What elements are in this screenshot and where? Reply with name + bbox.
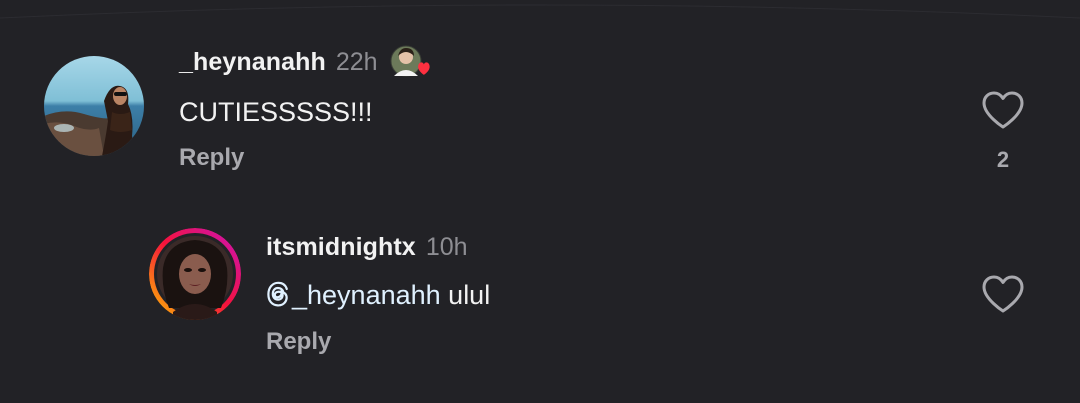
reply-comment-item: itsmidnightx 10h _heynanahh ulul Reply [0,200,1080,403]
like-button[interactable] [981,90,1025,130]
mention-link[interactable]: _heynanahh [266,280,441,310]
avatar[interactable] [44,56,144,156]
comment-text: CUTIESSSSS!!! [179,97,373,127]
heart-outline-icon [982,91,1024,129]
like-button[interactable] [981,274,1025,314]
username[interactable]: _heynanahh [179,48,326,77]
avatar[interactable] [149,228,241,320]
like-count: 2 [996,147,1010,172]
reply-button[interactable]: Reply [179,144,244,172]
comment-meta: _heynanahh 22h [179,44,432,80]
timestamp: 10h [425,232,468,261]
timestamp: 22h [335,47,378,76]
heart-outline-icon [982,275,1024,313]
username[interactable]: itsmidnightx [266,233,416,262]
creator-liked-heart-icon [390,44,432,80]
comment-text: _heynanahh ulul [266,280,490,311]
comment-meta: itsmidnightx 10h [266,230,468,264]
mention-username[interactable]: _heynanahh [292,280,441,310]
comment-body: ulul [448,280,491,310]
reply-button[interactable]: Reply [266,328,331,356]
comment-item: _heynanahh 22h CUTIESSSSS!!! Reply 2 [0,0,1080,200]
threads-at-icon [267,281,288,307]
